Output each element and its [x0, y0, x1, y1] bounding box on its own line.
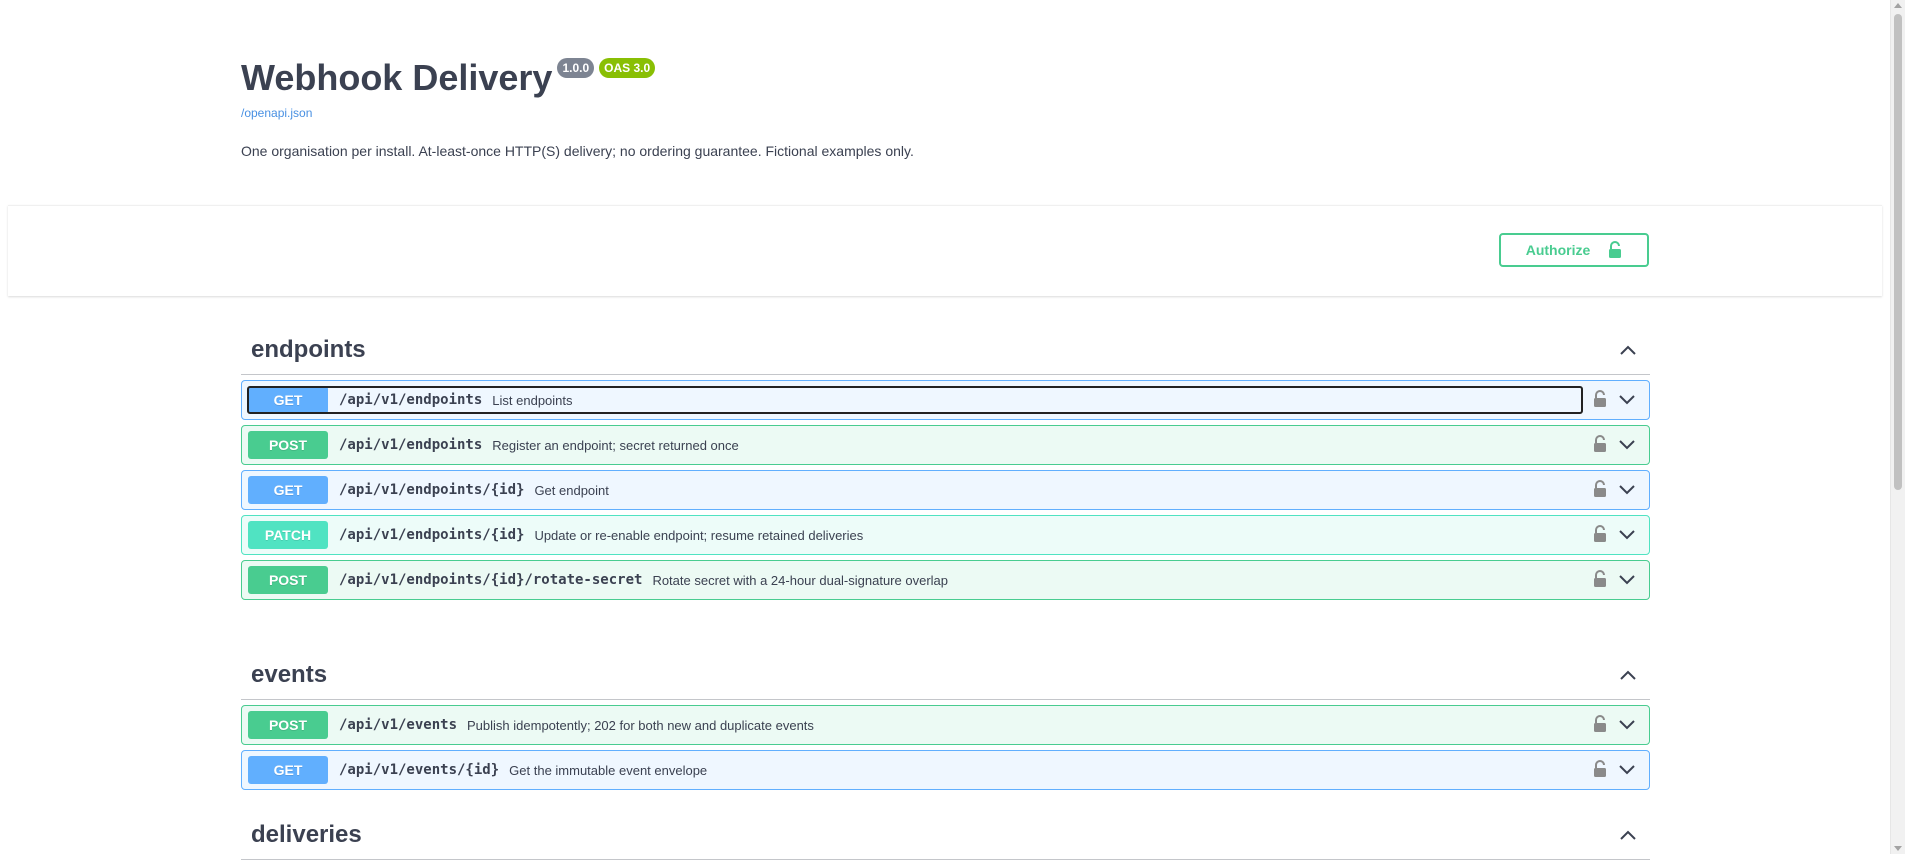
method-badge-post: POST — [248, 566, 328, 594]
chevron-down-icon[interactable] — [1617, 714, 1637, 734]
title-row: Webhook Delivery 1.0.0 OAS 3.0 — [241, 50, 1651, 106]
version-badge: 1.0.0 — [557, 58, 595, 78]
unlocked-icon[interactable] — [1593, 480, 1607, 498]
method-badge-get: GET — [248, 476, 328, 504]
operation-summary: Register an endpoint; secret returned on… — [492, 437, 739, 453]
scheme-container: Authorize — [8, 205, 1882, 296]
operation-controls — [1593, 389, 1637, 409]
operation-path: /api/v1/endpoints/{id}/rotate-secret — [339, 572, 643, 588]
operation-controls — [1593, 479, 1637, 499]
api-info: Webhook Delivery 1.0.0 OAS 3.0 /openapi.… — [241, 50, 1651, 159]
oas-badge: OAS 3.0 — [599, 58, 656, 78]
tag-name: events — [251, 660, 328, 688]
tag-name: deliveries — [251, 820, 362, 848]
operation-row[interactable]: POST/api/v1/endpoints/{id}/rotate-secret… — [241, 560, 1650, 600]
method-badge-get: GET — [248, 756, 328, 784]
chevron-down-icon[interactable] — [1617, 569, 1637, 589]
operation-controls — [1593, 524, 1637, 544]
operation-summary: List endpoints — [492, 392, 573, 408]
chevron-down-icon[interactable] — [1617, 389, 1637, 409]
operation-summary: Rotate secret with a 24-hour dual-signat… — [652, 572, 948, 588]
chevron-down-icon[interactable] — [1617, 479, 1637, 499]
page-scrollbar[interactable] — [1890, 0, 1905, 854]
chevron-up-icon[interactable] — [1618, 825, 1638, 845]
operation-row[interactable]: GET/api/v1/endpoints List endpoints — [241, 380, 1650, 420]
unlocked-icon[interactable] — [1593, 435, 1607, 453]
operation-path: /api/v1/events — [339, 717, 458, 733]
operation-row[interactable]: POST/api/v1/endpoints Register an endpoin… — [241, 425, 1650, 465]
operation-controls — [1593, 569, 1637, 589]
operation-controls — [1593, 434, 1637, 454]
unlocked-icon — [1609, 241, 1622, 258]
operation-row[interactable]: GET/api/v1/endpoints/{id} Get endpoint — [241, 470, 1650, 510]
tag-header-deliveries[interactable]: deliveries — [241, 810, 1650, 860]
operation-path: /api/v1/endpoints/{id} — [339, 527, 525, 543]
unlocked-icon[interactable] — [1593, 760, 1607, 778]
operation-row[interactable]: POST/api/v1/events Publish idempotently; … — [241, 705, 1650, 745]
method-badge-post: POST — [248, 431, 328, 459]
unlocked-icon[interactable] — [1593, 715, 1607, 733]
operation-controls — [1593, 714, 1637, 734]
operation-path: /api/v1/endpoints/{id} — [339, 482, 525, 498]
tag-section-endpoints: endpoints GET/api/v1/endpoints List endpoi… — [241, 325, 1650, 600]
operation-summary: Publish idempotently; 202 for both new a… — [467, 717, 814, 733]
api-description: One organisation per install. At-least-o… — [241, 143, 914, 159]
scrollbar-thumb[interactable] — [1894, 14, 1902, 490]
tag-section-deliveries: deliveries — [241, 810, 1650, 860]
unlocked-icon[interactable] — [1593, 525, 1607, 543]
operation-controls — [1593, 759, 1637, 779]
chevron-up-icon[interactable] — [1618, 665, 1638, 685]
operation-path: /api/v1/endpoints — [339, 437, 483, 453]
tag-name: endpoints — [251, 335, 366, 363]
chevron-down-icon[interactable] — [1617, 524, 1637, 544]
method-badge-post: POST — [248, 711, 328, 739]
authorize-label: Authorize — [1525, 242, 1591, 258]
operation-row[interactable]: PATCH/api/v1/endpoints/{id} Update or re-… — [241, 515, 1650, 555]
unlocked-icon[interactable] — [1593, 570, 1607, 588]
method-badge-get: GET — [248, 386, 328, 414]
scroll-down-arrow-icon[interactable] — [1894, 846, 1902, 851]
chevron-down-icon[interactable] — [1617, 759, 1637, 779]
operation-path: /api/v1/events/{id} — [339, 762, 500, 778]
operation-summary: Update or re-enable endpoint; resume ret… — [534, 527, 864, 543]
tag-header-events[interactable]: events — [241, 650, 1650, 700]
api-title: Webhook Delivery — [241, 57, 553, 98]
operation-path: /api/v1/endpoints — [339, 392, 483, 408]
openapi-json-link[interactable]: /openapi.json — [241, 106, 1651, 120]
unlocked-icon[interactable] — [1593, 390, 1607, 408]
chevron-down-icon[interactable] — [1617, 434, 1637, 454]
authorize-button[interactable]: Authorize — [1499, 233, 1649, 267]
scroll-up-arrow-icon[interactable] — [1894, 3, 1902, 8]
operation-row[interactable]: GET/api/v1/events/{id} Get the immutable … — [241, 750, 1650, 790]
method-badge-patch: PATCH — [248, 521, 328, 549]
tag-section-events: events POST/api/v1/events Publish idempote… — [241, 650, 1650, 790]
tag-header-endpoints[interactable]: endpoints — [241, 325, 1650, 375]
operation-summary: Get the immutable event envelope — [509, 762, 708, 778]
chevron-up-icon[interactable] — [1618, 340, 1638, 360]
operation-summary: Get endpoint — [534, 482, 609, 498]
